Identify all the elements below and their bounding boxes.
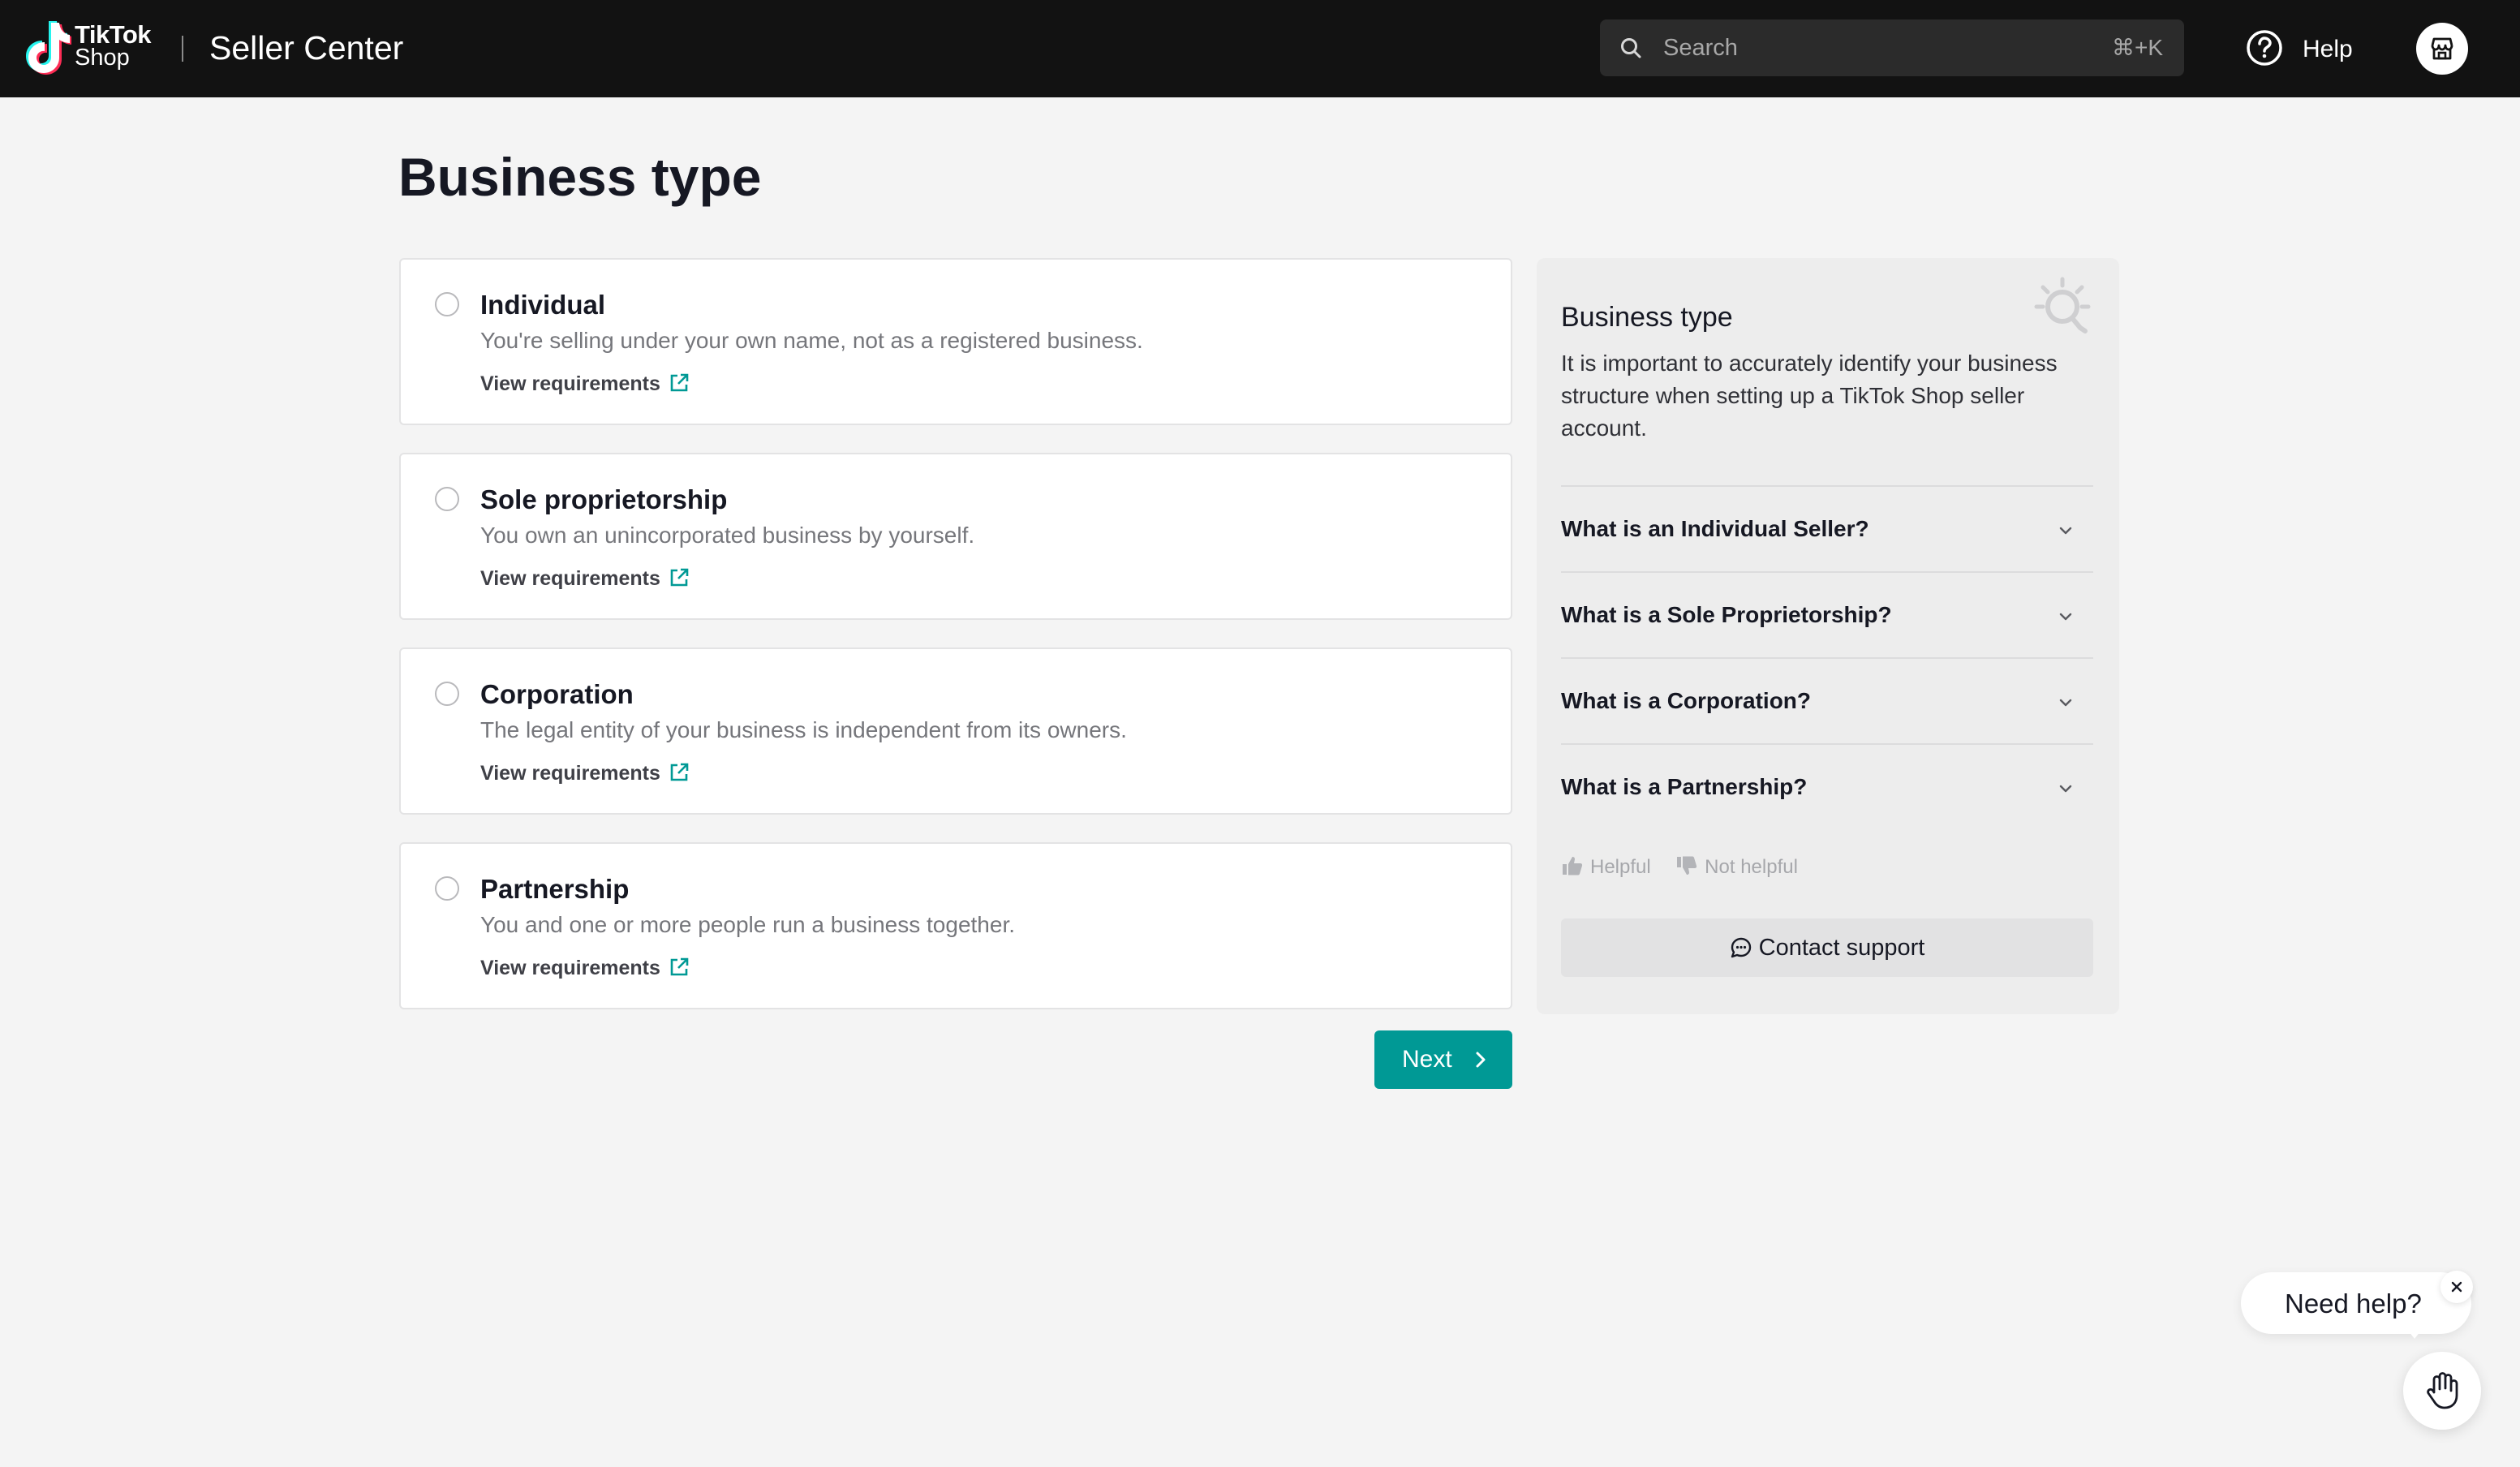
- page-title: Business type: [398, 147, 762, 207]
- business-type-option-sole-proprietorship[interactable]: Sole proprietorship You own an unincorpo…: [399, 453, 1512, 620]
- search-icon: [1621, 38, 1641, 58]
- chat-bubble-icon: [1731, 937, 1751, 958]
- radio-button[interactable]: [435, 876, 459, 901]
- option-title: Individual: [480, 290, 606, 320]
- radio-button[interactable]: [435, 682, 459, 706]
- chevron-down-icon: [2059, 785, 2072, 793]
- faq-question: What is an Individual Seller?: [1561, 516, 1869, 541]
- search-input[interactable]: Search ⌘+K: [1600, 19, 2184, 76]
- lightbulb-icon: [2034, 277, 2091, 333]
- view-requirements-label: View requirements: [480, 762, 660, 785]
- need-help-text: Need help?: [2285, 1288, 2422, 1319]
- option-description: You and one or more people run a busines…: [480, 912, 1015, 937]
- next-button[interactable]: Next: [1374, 1030, 1512, 1089]
- not-helpful-button[interactable]: Not helpful: [1675, 854, 1798, 881]
- contact-support-button[interactable]: Contact support: [1561, 918, 2093, 977]
- faq-item-corporation[interactable]: What is a Corporation?: [1561, 657, 2093, 742]
- business-type-option-individual[interactable]: Individual You're selling under your own…: [399, 258, 1512, 425]
- logo-line-1: TikTok: [75, 20, 152, 49]
- chevron-down-icon: [2059, 699, 2072, 707]
- external-link-icon: [670, 957, 689, 976]
- tiktok-shop-wordmark[interactable]: TikTok Shop: [75, 20, 152, 71]
- radio-button[interactable]: [435, 292, 459, 316]
- help-label: Help: [2303, 36, 2353, 62]
- view-requirements-link[interactable]: View requirements: [480, 565, 690, 592]
- chevron-down-icon: [2059, 527, 2072, 535]
- store-icon: [2431, 37, 2453, 60]
- external-link-icon: [670, 568, 689, 587]
- faq-question: What is a Sole Proprietorship?: [1561, 602, 1892, 627]
- search-shortcut-hint: ⌘+K: [2111, 35, 2163, 60]
- top-navigation-bar: TikTok Shop Seller Center Search ⌘+K Hel…: [0, 0, 2520, 97]
- chevron-down-icon: [2059, 613, 2072, 621]
- panel-description: It is important to accurately identify y…: [1561, 351, 2058, 441]
- faq-item-sole-proprietorship[interactable]: What is a Sole Proprietorship?: [1561, 571, 2093, 656]
- option-description: You're selling under your own name, not …: [480, 328, 1143, 353]
- close-help-bubble-button[interactable]: [2440, 1271, 2473, 1303]
- helpful-label: Helpful: [1590, 856, 1651, 878]
- contact-support-label: Contact support: [1758, 935, 1925, 961]
- logo-divider: [182, 36, 183, 62]
- tiktok-logo-icon[interactable]: [24, 21, 71, 76]
- waving-hand-icon: [2427, 1372, 2458, 1409]
- thumbs-down-icon: [1677, 856, 1697, 875]
- view-requirements-link[interactable]: View requirements: [480, 759, 690, 787]
- app-name: Seller Center: [209, 29, 404, 67]
- view-requirements-label: View requirements: [480, 957, 660, 979]
- need-help-bubble[interactable]: Need help?: [2241, 1272, 2471, 1339]
- help-circle-icon: [2247, 30, 2282, 66]
- business-type-option-corporation[interactable]: Corporation The legal entity of your bus…: [399, 647, 1512, 815]
- feedback-row: Helpful Not helpful: [1561, 854, 1798, 881]
- option-title: Sole proprietorship: [480, 484, 728, 514]
- view-requirements-label: View requirements: [480, 567, 660, 590]
- faq-item-individual[interactable]: What is an Individual Seller?: [1561, 485, 2093, 570]
- bubble-tail: [2403, 1324, 2426, 1339]
- next-label: Next: [1402, 1046, 1452, 1073]
- not-helpful-label: Not helpful: [1705, 856, 1798, 878]
- search-placeholder: Search: [1663, 35, 1738, 61]
- faq-question: What is a Corporation?: [1561, 688, 1811, 713]
- faq-question: What is a Partnership?: [1561, 774, 1808, 799]
- chevron-right-icon: [1476, 1052, 1486, 1068]
- panel-title: Business type: [1561, 302, 1733, 333]
- view-requirements-label: View requirements: [480, 372, 660, 395]
- option-title: Partnership: [480, 874, 630, 904]
- help-chat-launcher-button[interactable]: [2403, 1352, 2481, 1430]
- external-link-icon: [670, 373, 689, 392]
- store-account-button[interactable]: [2416, 23, 2468, 75]
- external-link-icon: [670, 763, 689, 781]
- view-requirements-link[interactable]: View requirements: [480, 954, 690, 982]
- option-title: Corporation: [480, 679, 634, 709]
- helpful-button[interactable]: Helpful: [1561, 854, 1651, 881]
- option-description: You own an unincorporated business by yo…: [480, 523, 975, 548]
- faq-item-partnership[interactable]: What is a Partnership?: [1561, 743, 2093, 828]
- thumbs-up-icon: [1563, 857, 1583, 875]
- business-type-option-partnership[interactable]: Partnership You and one or more people r…: [399, 842, 1512, 1009]
- logo-line-2: Shop: [75, 45, 130, 71]
- close-icon: [2451, 1281, 2462, 1293]
- view-requirements-link[interactable]: View requirements: [480, 370, 690, 398]
- radio-button[interactable]: [435, 487, 459, 511]
- option-description: The legal entity of your business is ind…: [480, 717, 1127, 742]
- business-type-info-panel: Business type It is important to accurat…: [1537, 258, 2119, 1014]
